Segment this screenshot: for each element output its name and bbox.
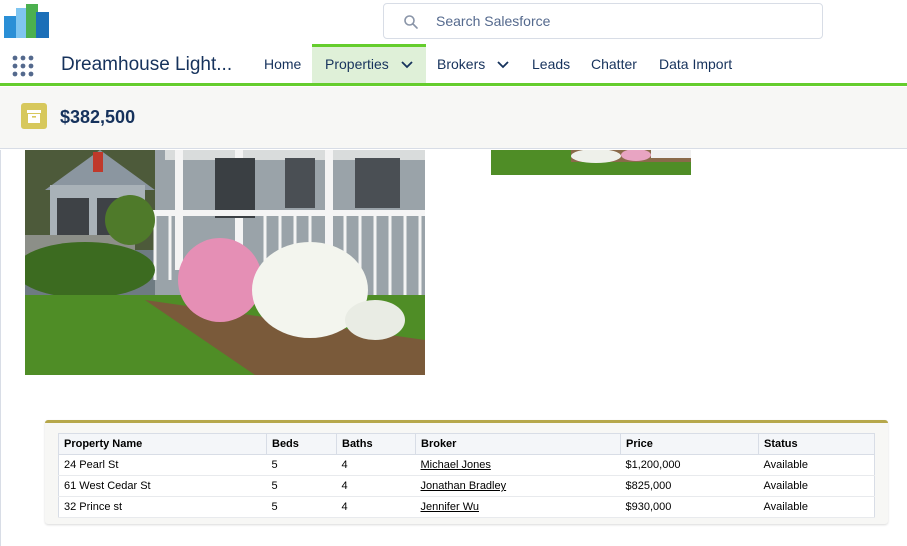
chevron-down-icon[interactable] <box>497 61 509 69</box>
nav-tab-data-import[interactable]: Data Import <box>659 44 732 83</box>
baths-cell: 4 <box>336 475 416 497</box>
archive-box-icon <box>21 103 47 129</box>
app-nav-bar: Dreamhouse Light... Home Properties Brok… <box>0 44 907 86</box>
baths-cell: 4 <box>336 454 416 476</box>
search-icon <box>404 15 418 29</box>
similar-properties-card: Property Name Beds Baths Broker Price St… <box>45 420 888 524</box>
column-header-price: Price <box>620 433 759 455</box>
page-border <box>0 150 1 546</box>
column-header-broker: Broker <box>415 433 621 455</box>
table-row: 61 West Cedar St 5 4 Jonathan Bradley $8… <box>58 475 875 497</box>
status-cell: Available <box>758 454 875 476</box>
nav-tab-chatter[interactable]: Chatter <box>591 44 637 83</box>
nav-tab-label: Brokers <box>437 56 486 72</box>
app-name: Dreamhouse Light... <box>61 54 233 75</box>
nav-tab-brokers[interactable]: Brokers <box>437 44 509 83</box>
nav-tab-leads[interactable]: Leads <box>532 44 570 83</box>
app-logo-icon[interactable] <box>4 4 49 38</box>
column-header-baths: Baths <box>336 433 416 455</box>
global-search-box[interactable]: Search Salesforce <box>383 3 823 39</box>
nav-tab-label: Data Import <box>659 56 733 72</box>
status-cell: Available <box>758 496 875 518</box>
record-header: $382,500 <box>0 87 907 149</box>
broker-cell: Jennifer Wu <box>415 496 621 518</box>
global-header: Search Salesforce <box>0 0 907 44</box>
broker-cell: Jonathan Bradley <box>415 475 621 497</box>
price-cell: $825,000 <box>620 475 759 497</box>
price-cell: $1,200,000 <box>620 454 759 476</box>
table-header-row: Property Name Beds Baths Broker Price St… <box>58 433 875 455</box>
nav-tab-label: Properties <box>325 56 389 72</box>
beds-cell: 5 <box>266 475 337 497</box>
status-cell: Available <box>758 475 875 497</box>
property-photo <box>25 150 425 375</box>
table-row: 32 Prince st 5 4 Jennifer Wu $930,000 Av… <box>58 496 875 518</box>
baths-cell: 4 <box>336 496 416 518</box>
column-header-beds: Beds <box>266 433 337 455</box>
search-input[interactable]: Search Salesforce <box>436 13 550 29</box>
beds-cell: 5 <box>266 496 337 518</box>
property-name-cell: 32 Prince st <box>58 496 267 518</box>
properties-table: Property Name Beds Baths Broker Price St… <box>58 433 875 518</box>
app-launcher-icon[interactable] <box>12 55 34 77</box>
property-name-cell: 24 Pearl St <box>58 454 267 476</box>
broker-link[interactable]: Jennifer Wu <box>421 501 480 513</box>
table-row: 24 Pearl St 5 4 Michael Jones $1,200,000… <box>58 454 875 476</box>
chevron-down-icon[interactable] <box>401 61 413 69</box>
nav-tab-label: Chatter <box>591 56 637 72</box>
beds-cell: 5 <box>266 454 337 476</box>
nav-tab-properties[interactable]: Properties <box>312 44 426 83</box>
property-name-cell: 61 West Cedar St <box>58 475 267 497</box>
broker-link[interactable]: Jonathan Bradley <box>421 480 507 492</box>
record-title: $382,500 <box>60 107 136 127</box>
broker-link[interactable]: Michael Jones <box>421 459 491 471</box>
column-header-property-name: Property Name <box>58 433 267 455</box>
column-header-status: Status <box>758 433 875 455</box>
price-cell: $930,000 <box>620 496 759 518</box>
broker-cell: Michael Jones <box>415 454 621 476</box>
property-photo-thumbnail <box>491 150 691 175</box>
nav-tab-home[interactable]: Home <box>264 44 301 83</box>
nav-tab-label: Leads <box>532 56 571 72</box>
nav-tab-label: Home <box>264 56 302 72</box>
